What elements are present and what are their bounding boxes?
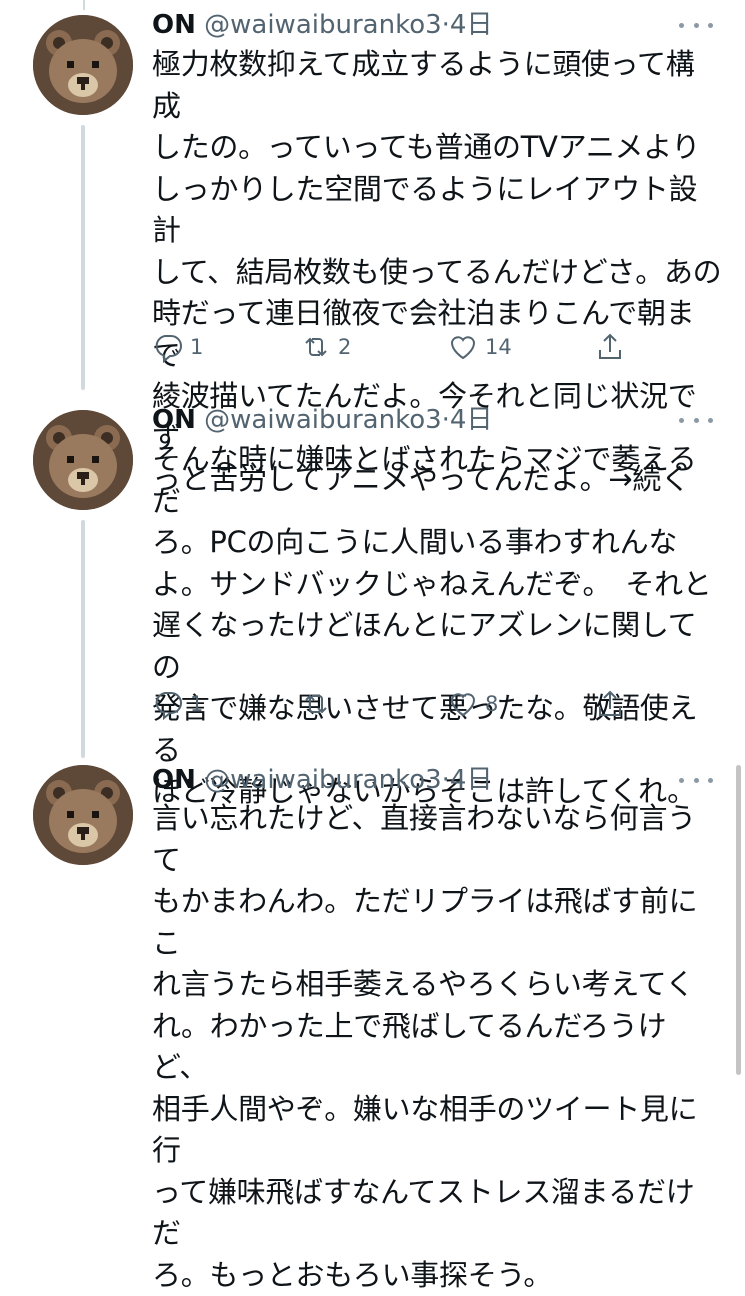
share-button[interactable] bbox=[594, 684, 626, 724]
share-icon bbox=[599, 333, 621, 359]
more-dots-icon[interactable] bbox=[679, 760, 713, 800]
bear-avatar-icon bbox=[33, 15, 133, 115]
display-name[interactable]: ON bbox=[152, 10, 196, 40]
tweet-actions: 1 2 14 bbox=[152, 327, 632, 367]
separator: · bbox=[441, 10, 450, 40]
tweet-text: 言い忘れたけど、直接言わないなら何言うて もかまわんわ。ただリプライは飛ばす前に… bbox=[152, 801, 698, 1292]
bear-avatar-icon bbox=[33, 410, 133, 510]
like-count: 8 bbox=[485, 692, 499, 716]
timestamp[interactable]: 4日 bbox=[450, 765, 493, 795]
scrollbar[interactable] bbox=[736, 765, 741, 1075]
user-handle[interactable]: @waiwaiburanko3 bbox=[204, 405, 442, 435]
tweet[interactable]: ON @waiwaiburanko3·4日 極力枚数抑えて成立するように頭使って… bbox=[0, 0, 745, 496]
timestamp[interactable]: 4日 bbox=[450, 10, 493, 40]
timestamp[interactable]: 4日 bbox=[450, 405, 493, 435]
more-dots-icon[interactable] bbox=[679, 5, 713, 45]
more-dots-icon[interactable] bbox=[679, 400, 713, 440]
like-button[interactable]: 14 bbox=[447, 327, 512, 367]
display-name[interactable]: ON bbox=[152, 405, 196, 435]
tweet-header: ON @waiwaiburanko3·4日 bbox=[152, 5, 492, 45]
separator: · bbox=[441, 405, 450, 435]
reply-button[interactable]: 1 bbox=[152, 327, 203, 367]
reply-count: 1 bbox=[190, 692, 204, 716]
display-name[interactable]: ON bbox=[152, 765, 196, 795]
user-handle[interactable]: @waiwaiburanko3 bbox=[204, 765, 442, 795]
like-count: 14 bbox=[485, 335, 512, 359]
tweet-header: ON @waiwaiburanko3·4日 bbox=[152, 400, 492, 440]
tweet-actions: 1 8 bbox=[152, 684, 632, 724]
share-button[interactable] bbox=[594, 327, 626, 367]
tweet[interactable]: ON @waiwaiburanko3·4日 言い忘れたけど、直接言わないなら何言… bbox=[0, 760, 745, 1292]
avatar[interactable] bbox=[33, 15, 133, 115]
tweet[interactable]: ON @waiwaiburanko3·4日 そんな時に嫌味とばされたらマジで萎え… bbox=[0, 395, 745, 808]
separator: · bbox=[441, 765, 450, 795]
user-handle[interactable]: @waiwaiburanko3 bbox=[204, 10, 442, 40]
reply-bubble-icon bbox=[155, 692, 182, 720]
share-icon bbox=[599, 690, 621, 716]
heart-icon bbox=[450, 336, 476, 360]
bear-avatar-icon bbox=[33, 765, 133, 865]
avatar[interactable] bbox=[33, 765, 133, 865]
reply-button[interactable]: 1 bbox=[152, 684, 203, 724]
tweet-header: ON @waiwaiburanko3·4日 bbox=[152, 760, 492, 800]
reply-bubble-icon bbox=[155, 335, 182, 363]
retweet-count: 2 bbox=[338, 335, 352, 359]
retweet-button[interactable]: 2 bbox=[300, 327, 351, 367]
tweet-text: そんな時に嫌味とばされたらマジで萎えるだ ろ。PCの向こうに人間いる事わすれんな… bbox=[152, 442, 712, 808]
retweet-icon bbox=[305, 337, 327, 357]
like-button[interactable]: 8 bbox=[447, 684, 498, 724]
heart-icon bbox=[450, 693, 476, 717]
reply-count: 1 bbox=[190, 335, 204, 359]
retweet-icon bbox=[305, 694, 327, 714]
avatar[interactable] bbox=[33, 410, 133, 510]
retweet-button[interactable] bbox=[300, 684, 338, 724]
